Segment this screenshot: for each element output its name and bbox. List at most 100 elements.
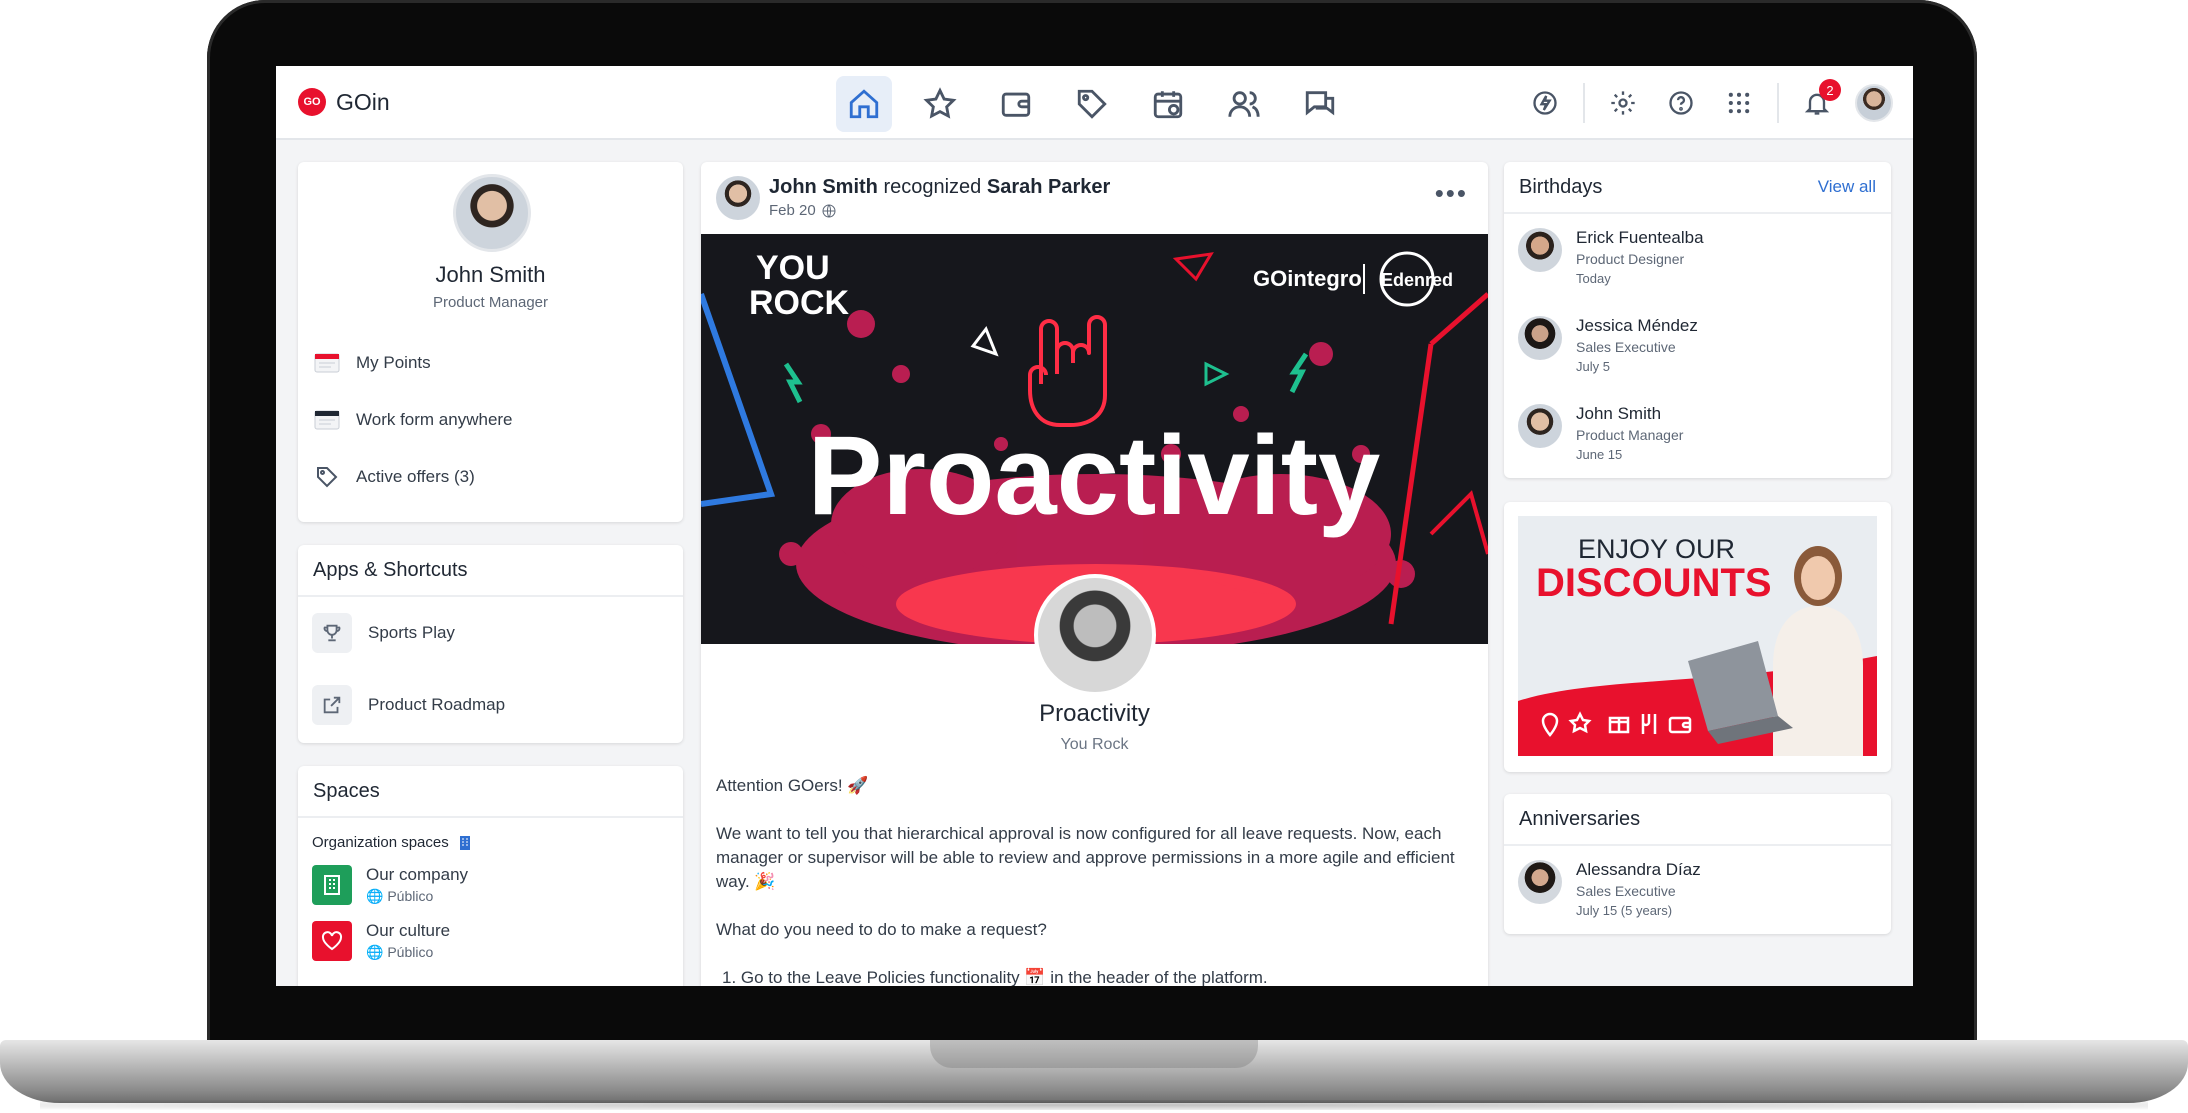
banner-badge-line1: YOU <box>756 249 830 287</box>
building-icon <box>459 835 470 850</box>
post-date: Feb 20 <box>769 202 836 219</box>
anniversaries-card: Anniversaries Alessandra Díaz Sales Exec… <box>1504 794 1891 934</box>
view-all-link[interactable]: View all <box>1818 177 1876 197</box>
chat-icon <box>1305 91 1335 116</box>
gear-icon <box>1611 91 1635 115</box>
apps-grid-icon <box>1728 92 1750 114</box>
space-visibility: 🌐 Público <box>366 944 434 960</box>
home-icon <box>849 89 879 119</box>
menu-work-anywhere[interactable]: Work form anywhere <box>312 391 672 448</box>
spaces-title: Spaces <box>313 779 380 802</box>
nav-wallet[interactable] <box>988 76 1044 132</box>
help-button[interactable] <box>1661 79 1701 127</box>
post-paragraph: Attention GOers! 🚀 <box>716 776 869 795</box>
person-name: Erick Fuentealba <box>1576 228 1704 247</box>
star-icon <box>923 87 957 119</box>
birthday-row[interactable]: John Smith Product Manager June 15 <box>1504 390 1891 478</box>
person-name: John Smith <box>1576 404 1662 423</box>
person-role: Product Manager <box>1576 427 1684 443</box>
menu-active-offers[interactable]: Active offers (3) <box>312 448 672 505</box>
apps-grid-button[interactable] <box>1719 79 1759 127</box>
post-verb: recognized <box>883 176 982 198</box>
post-title: John Smith recognized Sarah Parker <box>769 176 1110 199</box>
nav-people[interactable] <box>1216 76 1272 132</box>
person-date: July 15 (5 years) <box>1576 903 1673 918</box>
user-avatar[interactable] <box>1855 84 1893 122</box>
trophy-icon <box>312 613 352 653</box>
menu-my-points[interactable]: My Points <box>312 334 672 391</box>
menu-label: Active offers (3) <box>356 466 475 486</box>
profile-card: John Smith Product Manager My Points Wor… <box>298 162 683 522</box>
main-nav <box>836 76 1348 132</box>
promo-line1: ENJOY OUR <box>1578 534 1735 564</box>
apps-header: Apps & Shortcuts <box>298 545 683 597</box>
person-avatar <box>1518 316 1562 360</box>
recognition-post: John Smith recognized Sarah Parker Feb 2… <box>701 162 1488 986</box>
recognized-avatar[interactable] <box>1034 574 1156 696</box>
anniversaries-header: Anniversaries <box>1504 794 1891 846</box>
brand-logo: GO <box>298 88 326 116</box>
nav-home[interactable] <box>836 76 892 132</box>
post-paragraph: What do you need to do to make a request… <box>716 920 1047 939</box>
nav-calendar[interactable] <box>1140 76 1196 132</box>
tool-divider <box>1777 83 1779 123</box>
person-role: Product Designer <box>1576 251 1685 267</box>
promo-art: ENJOY OUR DISCOUNTS <box>1518 516 1877 756</box>
top-tools: 2 <box>1525 79 1893 127</box>
post-author[interactable]: John Smith <box>769 176 878 198</box>
quick-action-icon <box>1533 91 1557 115</box>
apps-title: Apps & Shortcuts <box>313 558 468 581</box>
top-bar: GO GOin 2 <box>276 66 1913 140</box>
author-avatar[interactable] <box>716 176 760 220</box>
anniversary-row[interactable]: Alessandra Díaz Sales Executive July 15 … <box>1504 846 1891 934</box>
laptop-notch <box>930 1040 1258 1068</box>
post-more-button[interactable]: ••• <box>1435 178 1468 209</box>
laptop-shadow <box>40 1100 2148 1110</box>
tag-icon <box>1077 89 1107 119</box>
profile-avatar[interactable] <box>453 174 531 252</box>
app-label: Product Roadmap <box>368 695 506 714</box>
banner-brand-right: Edenred <box>1381 270 1453 290</box>
menu-label: Work form anywhere <box>356 409 513 429</box>
tool-divider <box>1583 83 1585 123</box>
person-avatar <box>1518 228 1562 272</box>
birthday-row[interactable]: Erick Fuentealba Product Designer Today <box>1504 214 1891 302</box>
nav-favorites[interactable] <box>912 76 968 132</box>
space-our-culture[interactable]: Our culture 🌐 Público <box>298 913 683 969</box>
post-paragraph: We want to tell you that hierarchical ap… <box>716 824 1455 891</box>
birthdays-header: Birthdays View all <box>1504 162 1891 214</box>
banner-badge-line2: ROCK <box>749 284 850 322</box>
post-header: John Smith recognized Sarah Parker Feb 2… <box>701 162 1488 234</box>
profile-name[interactable]: John Smith <box>298 262 683 288</box>
post-paragraph: 1. Go to the Leave Policies functionalit… <box>722 968 1268 986</box>
app-product-roadmap[interactable]: Product Roadmap <box>298 669 683 741</box>
birthdays-card: Birthdays View all Erick Fuentealba Prod… <box>1504 162 1891 478</box>
quick-action-button[interactable] <box>1525 79 1565 127</box>
external-link-icon <box>312 685 352 725</box>
notification-badge: 2 <box>1819 79 1841 101</box>
person-avatar <box>1518 404 1562 448</box>
birthday-row[interactable]: Jessica Méndez Sales Executive July 5 <box>1504 302 1891 390</box>
nav-chat[interactable] <box>1292 76 1348 132</box>
brand[interactable]: GO GOin <box>298 88 390 116</box>
brand-name: GOin <box>336 88 390 115</box>
post-target[interactable]: Sarah Parker <box>987 176 1110 198</box>
org-spaces-label: Organization spaces <box>298 818 683 857</box>
anniversaries-title: Anniversaries <box>1519 807 1641 830</box>
spaces-header: Spaces <box>298 766 683 818</box>
settings-button[interactable] <box>1603 79 1643 127</box>
space-our-company[interactable]: Our company 🌐 Público <box>298 857 683 913</box>
app-sports-play[interactable]: Sports Play <box>298 597 683 669</box>
building-icon <box>312 865 352 905</box>
person-avatar <box>1518 860 1562 904</box>
notifications-button[interactable]: 2 <box>1797 79 1841 127</box>
person-date: July 5 <box>1576 359 1610 374</box>
post-body: Attention GOers! 🚀 We want to tell you t… <box>716 774 1476 986</box>
apps-shortcuts-card: Apps & Shortcuts Sports Play Product Roa… <box>298 545 683 743</box>
profile-menu: My Points Work form anywhere Active offe… <box>312 334 672 505</box>
space-title: Our company <box>366 865 469 884</box>
person-name: Jessica Méndez <box>1576 316 1698 335</box>
discounts-promo-card[interactable]: ENJOY OUR DISCOUNTS <box>1504 502 1891 772</box>
space-visibility: 🌐 Público <box>366 888 434 904</box>
nav-offers[interactable] <box>1064 76 1120 132</box>
